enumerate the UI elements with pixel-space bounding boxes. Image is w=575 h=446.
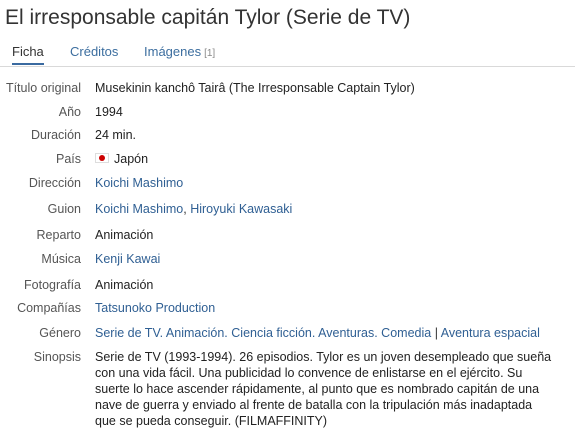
page-title: El irresponsable capitán Tylor (Serie de…: [5, 6, 411, 29]
label-anio: Año: [58, 105, 81, 119]
tab-imagenes-count: [1]: [204, 48, 216, 59]
separator-comma: ,: [183, 202, 187, 216]
link-compositor[interactable]: Kenji Kawai: [95, 252, 160, 266]
value-sinopsis: Serie de TV (1993-1994). 26 episodios. T…: [95, 349, 565, 429]
label-sinopsis: Sinopsis: [33, 350, 81, 364]
link-genero[interactable]: Aventura espacial: [441, 326, 540, 340]
value-duracion: 24 min.: [95, 128, 136, 142]
value-companias: Tatsunoko Production: [95, 300, 565, 316]
link-compania[interactable]: Tatsunoko Production: [95, 301, 215, 315]
label-fotografia: Fotografía: [24, 278, 81, 292]
label-duracion: Duración: [30, 128, 81, 142]
tab-ficha[interactable]: Ficha: [12, 44, 44, 65]
link-genero[interactable]: Animación: [166, 326, 224, 340]
value-titulo-original: Musekinin kanchô Tairâ (The Irresponsabl…: [95, 81, 415, 95]
label-pais: País: [55, 152, 81, 166]
japan-flag-icon: [95, 153, 109, 163]
value-fotografia: Animación: [95, 278, 154, 292]
label-genero: Género: [39, 326, 81, 340]
value-pais: Japón: [95, 151, 565, 167]
value-genero: Serie de TV. Animación. Ciencia ficción.…: [95, 326, 540, 340]
tab-imagenes[interactable]: Imágenes [1]: [144, 44, 215, 59]
label-reparto: Reparto: [36, 228, 81, 242]
link-genero[interactable]: Serie de TV: [95, 326, 160, 340]
link-guionista[interactable]: Koichi Mashimo: [95, 202, 183, 216]
sinopsis-line: nave de guerra y enviado al frente de ba…: [95, 398, 533, 412]
value-anio: 1994: [95, 105, 123, 119]
label-titulo-original: Título original: [5, 81, 81, 95]
sinopsis-line: con una vida fácil. Una publicidad lo co…: [95, 366, 523, 380]
label-guion: Guion: [47, 202, 81, 216]
sinopsis-line: que se pueda conseguir. (FILMAFFINITY): [95, 414, 328, 428]
tab-bar: Ficha Créditos Imágenes [1]: [0, 40, 575, 67]
link-director[interactable]: Koichi Mashimo: [95, 176, 183, 190]
tab-imagenes-label: Imágenes: [144, 44, 202, 59]
value-guion: Koichi Mashimo, Hiroyuki Kawasaki: [95, 201, 565, 217]
link-genero[interactable]: Ciencia ficción: [231, 326, 312, 340]
value-musica: Kenji Kawai: [95, 251, 565, 267]
sinopsis-line: suerte lo hace ascender rápidamente, al …: [95, 382, 540, 396]
link-genero[interactable]: Comedia: [381, 326, 431, 340]
label-companias: Compañías: [17, 301, 81, 315]
value-direccion: Koichi Mashimo: [95, 175, 565, 191]
value-reparto: Animación: [95, 228, 154, 242]
tab-creditos[interactable]: Créditos: [70, 44, 118, 59]
separator-bar: |: [434, 326, 438, 340]
value-pais-text: Japón: [114, 152, 149, 166]
link-guionista[interactable]: Hiroyuki Kawasaki: [190, 202, 292, 216]
link-genero[interactable]: Aventuras: [318, 326, 374, 340]
label-direccion: Dirección: [28, 176, 81, 190]
label-musica: Música: [41, 252, 81, 266]
sinopsis-line: Serie de TV (1993-1994). 26 episodios. T…: [95, 350, 552, 364]
